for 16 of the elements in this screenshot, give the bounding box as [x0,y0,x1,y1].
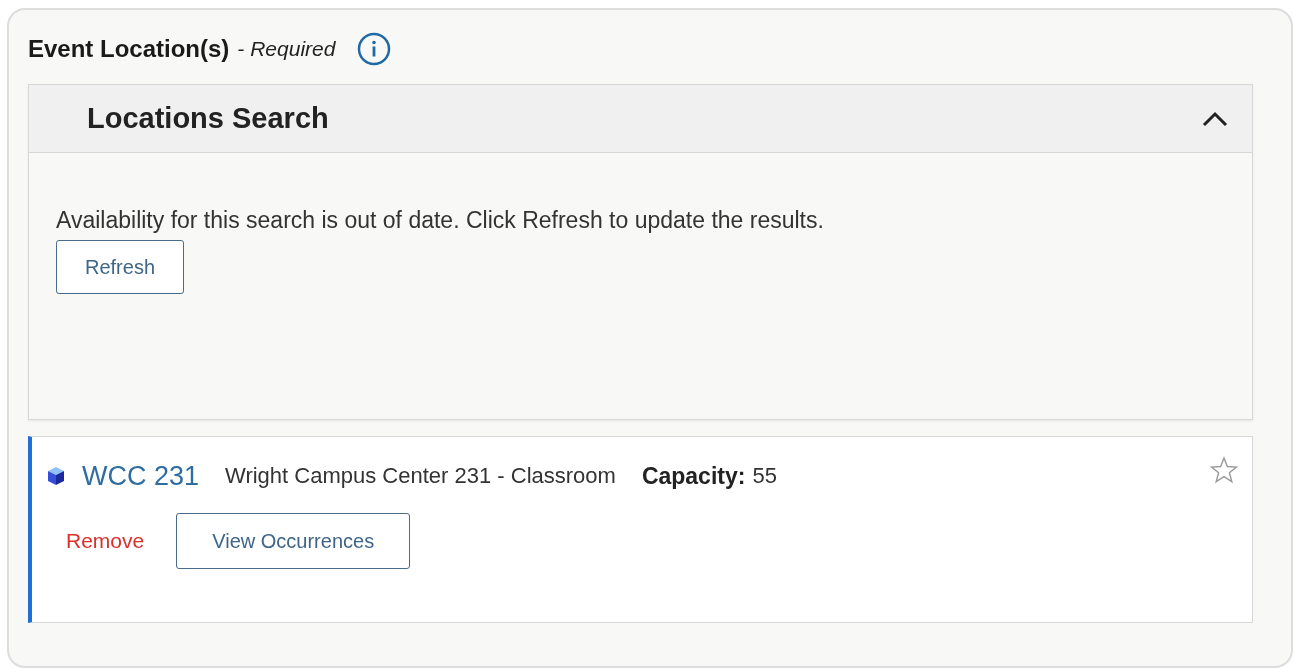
star-icon[interactable] [1210,456,1238,484]
required-note: - Required [237,37,336,61]
location-code-link[interactable]: WCC 231 [82,460,200,492]
location-name: Wright Campus Center 231 - Classroom [225,463,616,489]
cube-icon [46,466,66,486]
capacity-label: Capacity: [641,462,746,490]
panel-header[interactable]: Locations Search [29,85,1252,153]
remove-link[interactable]: Remove [66,529,145,553]
section-title: Event Location(s) [28,35,230,63]
view-occurrences-button[interactable]: View Occurrences [176,513,411,569]
status-message: Availability for this search is out of date. Click Refresh to update the results. [56,207,824,234]
panel-title: Locations Search [87,102,329,135]
capacity-value: 55 [752,463,777,489]
refresh-button[interactable]: Refresh [56,240,184,294]
chevron-icon[interactable] [1202,110,1228,127]
info-icon[interactable] [357,32,392,66]
